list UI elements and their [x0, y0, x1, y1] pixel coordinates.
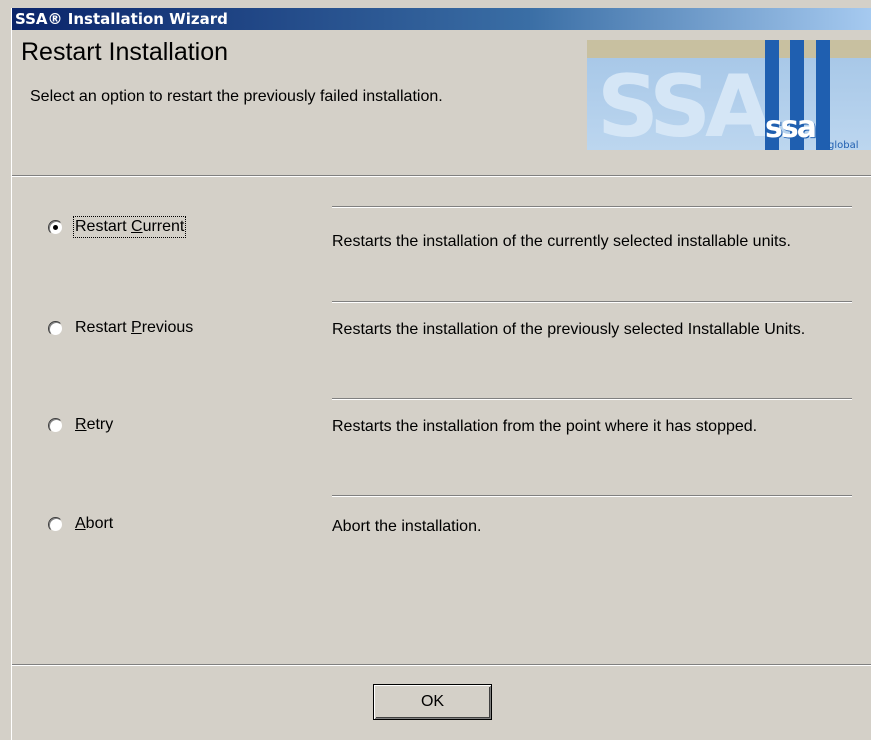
option-retry[interactable]: Retry — [48, 414, 113, 436]
logo-bar — [816, 40, 830, 150]
logo-watermark: SSA — [597, 57, 772, 150]
radio-abort[interactable] — [48, 516, 63, 532]
page-title: Restart Installation — [21, 38, 229, 66]
option-restart-current[interactable]: Restart Current — [48, 216, 187, 238]
option-restart-previous[interactable]: Restart Previous — [48, 317, 193, 339]
option-abort[interactable]: Abort — [48, 513, 113, 535]
logo-suffix: global — [828, 140, 859, 150]
ok-button[interactable]: OK — [373, 684, 492, 720]
radio-restart-current[interactable] — [48, 219, 63, 235]
radio-retry[interactable] — [48, 417, 63, 433]
description-divider — [332, 206, 852, 208]
ssa-global-logo: SSA ssa global — [587, 40, 871, 150]
description-divider — [332, 301, 852, 303]
option-label-restart-current[interactable]: Restart Current — [72, 216, 187, 238]
footer-separator — [12, 664, 871, 666]
wizard-header: Restart Installation Select an option to… — [12, 30, 871, 175]
option-label-abort[interactable]: Abort — [75, 515, 113, 533]
description-divider — [332, 398, 852, 400]
option-label-retry[interactable]: Retry — [75, 416, 113, 434]
wizard-window: SSA® Installation Wizard Restart Install… — [11, 8, 871, 740]
option-label-restart-previous[interactable]: Restart Previous — [75, 319, 193, 337]
page-subtitle: Select an option to restart the previous… — [30, 88, 443, 105]
window-title-bar: SSA® Installation Wizard — [12, 8, 871, 30]
header-separator — [12, 175, 871, 177]
description-divider — [332, 495, 852, 497]
description-abort: Abort the installation. — [332, 518, 482, 535]
logo-mark: ssa — [765, 110, 817, 145]
description-retry: Restarts the installation from the point… — [332, 418, 758, 435]
description-restart-previous: Restarts the installation of the previou… — [332, 321, 806, 338]
radio-restart-previous[interactable] — [48, 320, 63, 336]
description-restart-current: Restarts the installation of the current… — [332, 233, 791, 250]
